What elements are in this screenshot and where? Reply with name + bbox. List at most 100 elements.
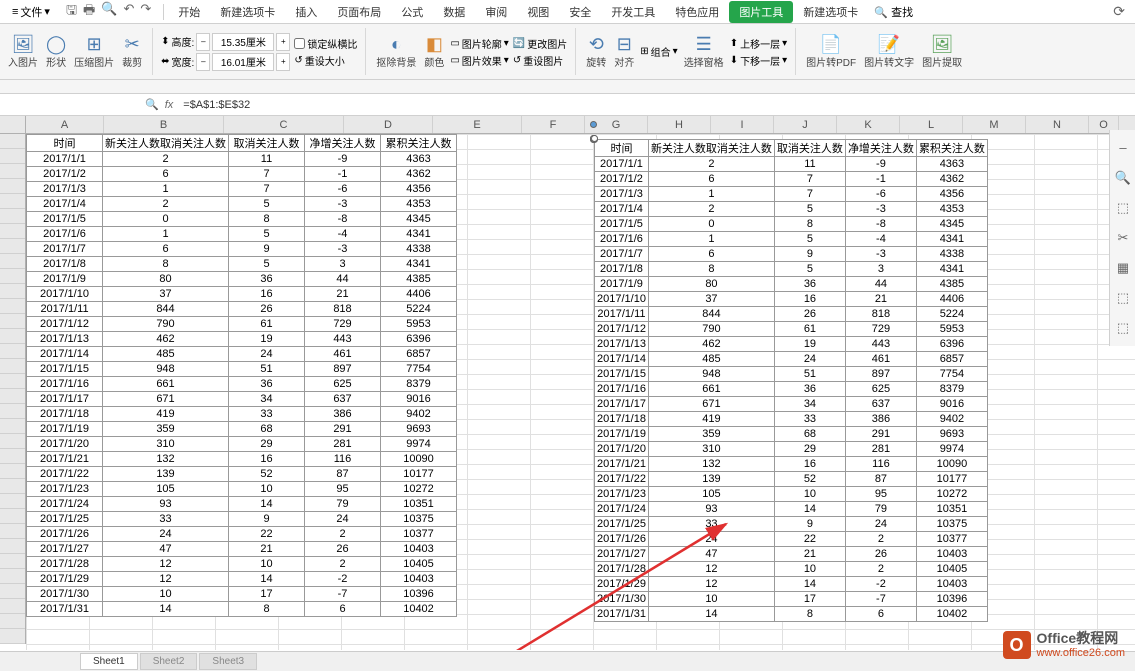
table-row[interactable]: 2017/1/2747212610403	[595, 547, 988, 562]
table-cell[interactable]: 26	[845, 547, 916, 562]
table-cell[interactable]: 2	[305, 557, 381, 572]
table-cell[interactable]: 2017/1/28	[595, 562, 649, 577]
table-cell[interactable]: 2	[103, 152, 229, 167]
table-cell[interactable]: 637	[305, 392, 381, 407]
table-row[interactable]: 2017/1/15948518977754	[595, 367, 988, 382]
table-cell[interactable]: 12	[648, 577, 774, 592]
table-cell[interactable]: 10402	[916, 607, 987, 622]
side-tool-icon[interactable]: –	[1113, 138, 1133, 158]
table-cell[interactable]: 10177	[916, 472, 987, 487]
width-input[interactable]	[212, 53, 274, 71]
table-row[interactable]: 2017/1/317-64356	[27, 182, 457, 197]
table-cell[interactable]: 10405	[381, 557, 457, 572]
side-tool-icon[interactable]: ▦	[1113, 258, 1133, 278]
column-header[interactable]: F	[522, 116, 585, 133]
table-cell[interactable]: 5224	[381, 302, 457, 317]
table-cell[interactable]: 139	[103, 467, 229, 482]
table-cell[interactable]: 4362	[916, 172, 987, 187]
refresh-icon[interactable]: ⟳	[1113, 3, 1125, 20]
table-cell[interactable]: 10396	[916, 592, 987, 607]
table-cell[interactable]: 79	[305, 497, 381, 512]
table-cell[interactable]: 9016	[381, 392, 457, 407]
table-cell[interactable]: 2017/1/2	[595, 172, 649, 187]
rotate-button[interactable]: ⟲旋转	[584, 35, 608, 69]
table-cell[interactable]: 4363	[381, 152, 457, 167]
table-row[interactable]: 2017/1/22139528710177	[27, 467, 457, 482]
crop-button[interactable]: ✂裁剪	[120, 35, 144, 69]
table-cell[interactable]: 2017/1/12	[27, 317, 103, 332]
row-header[interactable]	[0, 224, 25, 239]
table-cell[interactable]: 897	[305, 362, 381, 377]
table-cell[interactable]: 17	[774, 592, 845, 607]
table-row[interactable]: 2017/1/16661366258379	[595, 382, 988, 397]
row-header[interactable]	[0, 464, 25, 479]
ribbon-tab[interactable]: 开发工具	[601, 1, 665, 23]
width-inc[interactable]: +	[276, 53, 290, 71]
table-cell[interactable]: 8	[229, 602, 305, 617]
table-row[interactable]: 2017/1/98036444385	[27, 272, 457, 287]
table-cell[interactable]: 2017/1/18	[27, 407, 103, 422]
table-cell[interactable]: 5	[229, 197, 305, 212]
table-row[interactable]: 2017/1/13462194436396	[27, 332, 457, 347]
table-row[interactable]: 2017/1/103716214406	[27, 287, 457, 302]
table-cell[interactable]: 2017/1/25	[595, 517, 649, 532]
search-label[interactable]: 查找	[891, 7, 913, 19]
side-tool-icon[interactable]: ✂	[1113, 228, 1133, 248]
table-cell[interactable]: 2017/1/14	[27, 347, 103, 362]
table-cell[interactable]: 116	[845, 457, 916, 472]
table-cell[interactable]: 443	[305, 332, 381, 347]
table-cell[interactable]: 22	[774, 532, 845, 547]
table-cell[interactable]: 12	[648, 562, 774, 577]
table-cell[interactable]: 95	[845, 487, 916, 502]
table-cell[interactable]: 461	[305, 347, 381, 362]
table-cell[interactable]: 7754	[381, 362, 457, 377]
side-tool-icon[interactable]: ⬚	[1113, 318, 1133, 338]
table-cell[interactable]: 671	[648, 397, 774, 412]
row-header[interactable]	[0, 554, 25, 569]
table-cell[interactable]: 132	[648, 457, 774, 472]
table-cell[interactable]: 625	[305, 377, 381, 392]
table-cell[interactable]: 818	[845, 307, 916, 322]
table-row[interactable]: 2017/1/769-34338	[595, 247, 988, 262]
table-cell[interactable]: 10	[774, 487, 845, 502]
row-header[interactable]	[0, 404, 25, 419]
table-row[interactable]: 2017/1/12790617295953	[27, 317, 457, 332]
table-cell[interactable]: 61	[229, 317, 305, 332]
table-cell[interactable]: 1	[648, 232, 774, 247]
table-cell[interactable]: 87	[845, 472, 916, 487]
table-cell[interactable]: 4362	[381, 167, 457, 182]
table-cell[interactable]: 2017/1/17	[27, 392, 103, 407]
side-tool-icon[interactable]: ⬚	[1113, 288, 1133, 308]
row-header[interactable]	[0, 284, 25, 299]
table-cell[interactable]: 10377	[916, 532, 987, 547]
group-button[interactable]: ⊞ 组合 ▾	[640, 44, 677, 59]
table-cell[interactable]: 2017/1/21	[27, 452, 103, 467]
move-down-button[interactable]: ⬇ 下移一层 ▾	[730, 53, 787, 68]
table-row[interactable]: 2017/1/2493147910351	[595, 502, 988, 517]
table-cell[interactable]: 2017/1/24	[595, 502, 649, 517]
table-row[interactable]: 2017/1/425-34353	[27, 197, 457, 212]
table-cell[interactable]: 2017/1/3	[595, 187, 649, 202]
row-header[interactable]	[0, 149, 25, 164]
table-cell[interactable]: 10375	[916, 517, 987, 532]
table-cell[interactable]: 462	[103, 332, 229, 347]
table-row[interactable]: 2017/1/425-34353	[595, 202, 988, 217]
table-row[interactable]: 2017/1/211321611610090	[27, 452, 457, 467]
table-cell[interactable]: 5	[229, 227, 305, 242]
ribbon-tab[interactable]: 新建选项卡	[793, 1, 868, 23]
table-cell[interactable]: 10403	[381, 542, 457, 557]
table-cell[interactable]: 10403	[381, 572, 457, 587]
table-cell[interactable]: 7	[774, 172, 845, 187]
embedded-picture[interactable]: 时间新关注人数取消关注人数取消关注人数净增关注人数累积关注人数2017/1/12…	[593, 138, 595, 140]
insert-picture-button[interactable]: 🖼入图片	[6, 35, 40, 69]
table-cell[interactable]: 310	[103, 437, 229, 452]
redo-icon[interactable]: ↷	[140, 1, 151, 23]
table-cell[interactable]: 10	[229, 482, 305, 497]
table-row[interactable]: 2017/1/16661366258379	[27, 377, 457, 392]
table-cell[interactable]: 9	[774, 517, 845, 532]
table-cell[interactable]: 2017/1/9	[27, 272, 103, 287]
table-cell[interactable]: 10403	[916, 547, 987, 562]
table-row[interactable]: 2017/1/19359682919693	[595, 427, 988, 442]
table-row[interactable]: 2017/1/88534341	[595, 262, 988, 277]
table-row[interactable]: 2017/1/291214-210403	[595, 577, 988, 592]
